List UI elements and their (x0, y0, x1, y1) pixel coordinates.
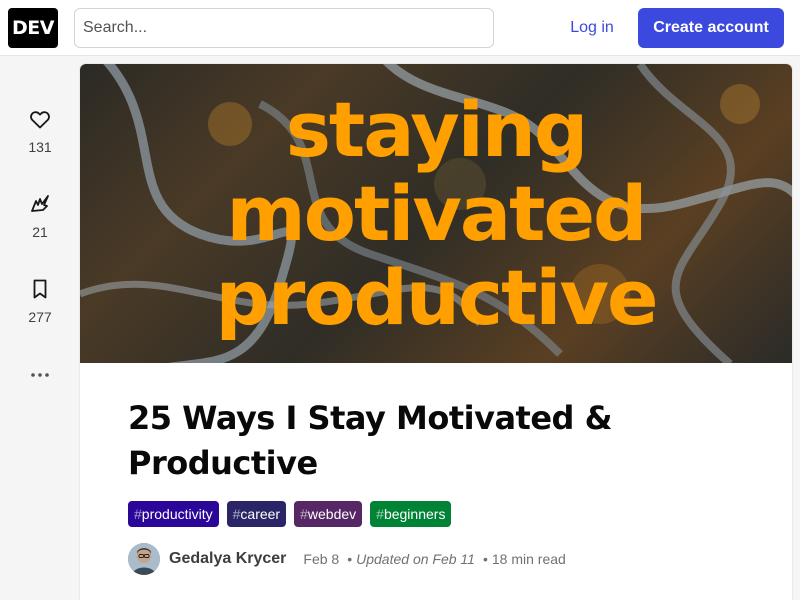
article-card: staying motivated productive 25 Ways I S… (80, 64, 792, 600)
tag-label: webdev (307, 506, 357, 522)
tag-hash: # (300, 506, 308, 522)
more-dots-icon[interactable] (20, 355, 60, 395)
search-input[interactable] (74, 8, 494, 48)
cover-line-2: motivated (226, 169, 648, 258)
dev-logo[interactable]: DEV (8, 8, 58, 48)
tag-career[interactable]: # career (226, 501, 287, 527)
tag-hash: # (134, 506, 142, 522)
reaction-rail: 131 21 277 (0, 57, 80, 600)
tag-label: productivity (141, 506, 213, 522)
save-reaction[interactable]: 277 (0, 269, 80, 325)
more-actions[interactable] (0, 355, 80, 395)
top-header: DEV Log in Create account (0, 0, 800, 56)
save-count: 277 (28, 309, 52, 325)
author-name[interactable]: Gedalya Krycer (169, 550, 286, 568)
heart-icon[interactable] (20, 99, 60, 139)
unicorn-reaction[interactable]: 21 (0, 184, 80, 240)
tag-list: # productivity # career # webdev # beginners (128, 501, 452, 527)
tag-productivity[interactable]: # productivity (128, 501, 219, 527)
tag-label: career (240, 506, 281, 522)
tag-hash: # (376, 506, 384, 522)
bookmark-icon[interactable] (20, 269, 60, 309)
publish-date: Feb 8 (303, 551, 340, 567)
cover-image: staying motivated productive (80, 64, 792, 363)
updated-date: Updated on Feb 11 (356, 551, 475, 567)
article-title: 25 Ways I Stay Motivated & Productive (128, 399, 612, 482)
cover-line-3: productive (215, 253, 658, 342)
tag-webdev[interactable]: # webdev (294, 501, 363, 527)
unicorn-icon[interactable] (20, 184, 60, 224)
meta-separator: • (482, 551, 488, 567)
tag-beginners[interactable]: # beginners (370, 501, 452, 527)
unicorn-count: 21 (32, 224, 48, 240)
meta-separator: • (347, 551, 353, 567)
article-meta: Gedalya Krycer Feb 8 • Updated on Feb 11… (128, 542, 566, 576)
like-count: 131 (28, 139, 52, 155)
cover-line-1: staying (285, 85, 589, 174)
create-account-button[interactable]: Create account (638, 8, 784, 48)
login-link[interactable]: Log in (556, 8, 628, 48)
tag-hash: # (232, 506, 241, 522)
tag-label: beginners (383, 506, 446, 522)
author-avatar[interactable] (128, 543, 160, 575)
like-reaction[interactable]: 131 (0, 99, 80, 155)
read-time: 18 min read (491, 551, 566, 567)
